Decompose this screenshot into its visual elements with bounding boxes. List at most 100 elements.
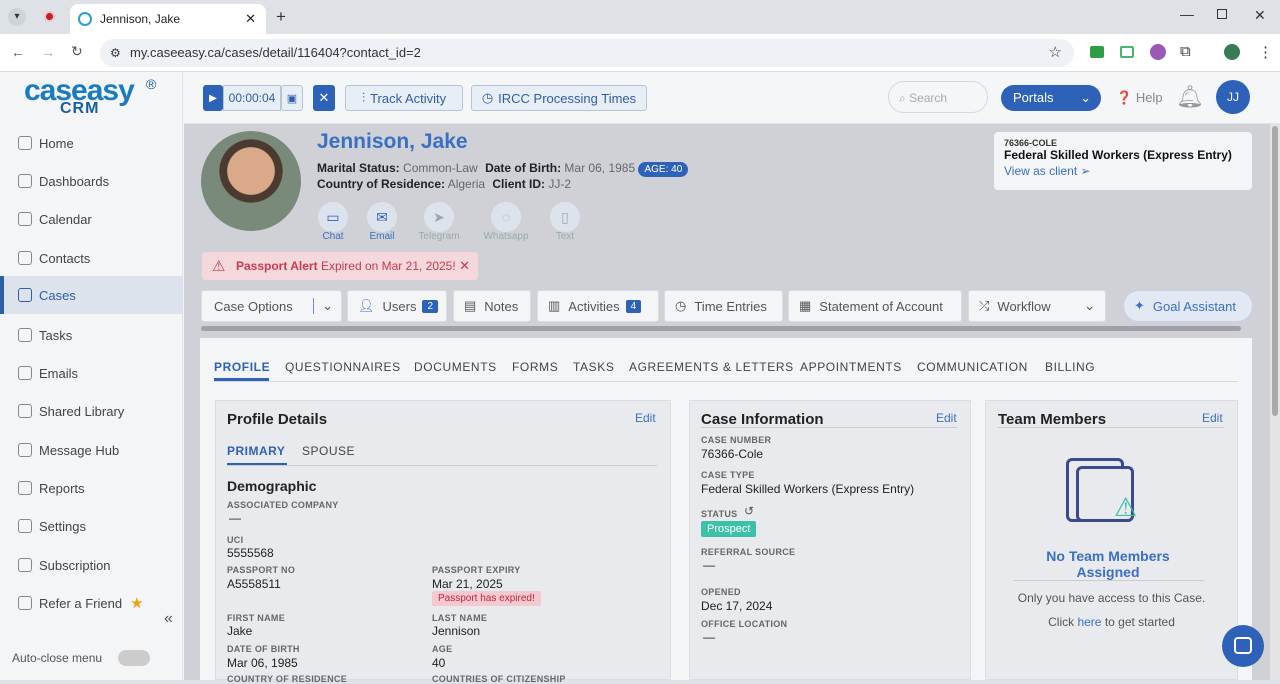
tab-spouse[interactable]: SPOUSE: [302, 444, 355, 458]
sidebar-item-message-hub[interactable]: Message Hub: [0, 431, 183, 469]
actions-scrollbar[interactable]: [201, 326, 1241, 331]
tab-agreements[interactable]: AGREEMENTS & LETTERS: [629, 360, 794, 374]
minimize-icon[interactable]: —: [1180, 6, 1194, 22]
portals-label: Portals: [1013, 90, 1054, 105]
whatsapp-icon[interactable]: ◌: [491, 202, 521, 232]
extension-icon-1[interactable]: [1090, 46, 1104, 58]
statement-label: Statement of Account: [819, 298, 943, 314]
cancel-timer-button[interactable]: ✕: [313, 85, 335, 111]
passport-expiry-value: Mar 21, 2025: [432, 577, 503, 591]
tab-forms[interactable]: FORMS: [512, 360, 558, 374]
extension-icon-2[interactable]: [1120, 46, 1134, 58]
time-entries-tab[interactable]: ◷ Time Entries: [664, 290, 783, 322]
history-icon[interactable]: ↺: [744, 504, 754, 518]
menu-kebab-icon[interactable]: ⋮: [1258, 43, 1273, 61]
team-edit-link[interactable]: Edit: [1202, 411, 1223, 425]
sidebar-item-contacts[interactable]: Contacts: [0, 239, 183, 277]
sidebar-item-home[interactable]: Home: [0, 124, 183, 162]
track-activity-button[interactable]: ⫶ Track Activity: [345, 85, 463, 111]
sidebar: caseasy CRM ® Home Dashboards Calendar C…: [0, 72, 183, 680]
tab-tasks[interactable]: TASKS: [573, 360, 614, 374]
tab-search-button[interactable]: ▾: [8, 8, 26, 26]
support-chat-button[interactable]: [1222, 625, 1264, 667]
statement-of-account-tab[interactable]: ▦ Statement of Account: [788, 290, 962, 322]
sidebar-item-refer[interactable]: Refer a Friend ★: [0, 584, 183, 622]
here-link[interactable]: here: [1077, 615, 1101, 629]
save-timer-button[interactable]: ▣: [281, 85, 303, 111]
collapse-sidebar-icon[interactable]: «: [164, 610, 173, 628]
back-icon[interactable]: ←: [11, 44, 25, 60]
home-icon: [18, 136, 32, 150]
tab-primary[interactable]: PRIMARY: [227, 444, 285, 458]
extension-icon-3[interactable]: [1150, 44, 1166, 60]
text-phone-icon[interactable]: ▯: [550, 202, 580, 232]
browser-tab[interactable]: Jennison, Jake ✕: [70, 4, 266, 34]
profile-edit-link[interactable]: Edit: [635, 411, 656, 425]
help-link[interactable]: ❓ Help: [1116, 90, 1163, 106]
referral-value: —: [703, 558, 715, 572]
sparkle-icon: ✦: [1134, 298, 1145, 313]
users-tab[interactable]: 👤︎ Users 2: [347, 290, 447, 322]
extensions-puzzle-icon[interactable]: ⧉: [1180, 43, 1191, 60]
maximize-icon[interactable]: [1217, 9, 1227, 19]
reload-icon[interactable]: ↻: [71, 43, 83, 60]
scrollbar-thumb[interactable]: [1272, 126, 1278, 416]
sidebar-item-label: Reports: [39, 480, 85, 496]
case-reference-card: 76366-COLE Federal Skilled Workers (Expr…: [994, 132, 1252, 190]
workflow-tab[interactable]: ⤮ Workflow ⌄: [968, 290, 1106, 322]
portals-dropdown[interactable]: Portals ⌄: [1001, 85, 1101, 111]
reports-icon: [18, 481, 32, 495]
tab-documents[interactable]: DOCUMENTS: [414, 360, 497, 374]
user-avatar[interactable]: JJ: [1216, 80, 1250, 114]
sidebar-item-tasks[interactable]: Tasks: [0, 316, 183, 354]
sidebar-item-shared-library[interactable]: Shared Library: [0, 392, 183, 430]
bookmark-star-icon[interactable]: ☆: [1049, 39, 1062, 67]
sidebar-item-calendar[interactable]: Calendar: [0, 200, 183, 238]
case-options-button[interactable]: Case Options ⌄: [201, 290, 342, 322]
auto-close-toggle[interactable]: [118, 650, 150, 666]
sidebar-item-settings[interactable]: Settings: [0, 507, 183, 545]
recording-icon[interactable]: [44, 11, 55, 22]
play-timer-button[interactable]: ▶: [203, 85, 223, 111]
search-input[interactable]: ⌕ Search: [888, 81, 988, 113]
time-entries-label: Time Entries: [694, 298, 767, 314]
last-name-label: LAST NAME: [432, 613, 488, 623]
sidebar-item-dashboards[interactable]: Dashboards: [0, 162, 183, 200]
sidebar-item-emails[interactable]: Emails: [0, 354, 183, 392]
close-window-icon[interactable]: ✕: [1254, 7, 1266, 24]
notes-tab[interactable]: ▤ Notes: [453, 290, 531, 322]
briefcase-icon: [18, 288, 32, 302]
marital-value: Common-Law: [403, 161, 478, 175]
tab-profile[interactable]: PROFILE: [214, 360, 270, 374]
site-info-icon[interactable]: ⚙: [110, 39, 121, 67]
forward-icon[interactable]: →: [41, 44, 55, 60]
close-tab-icon[interactable]: ✕: [245, 11, 256, 27]
url-field[interactable]: ⚙ my.caseeasy.ca/cases/detail/116404?con…: [100, 39, 1074, 67]
page-scrollbar[interactable]: [1270, 124, 1280, 680]
bell-icon[interactable]: 🔔︎: [1176, 84, 1204, 110]
tab-appointments[interactable]: APPOINTMENTS: [800, 360, 902, 374]
activities-tab[interactable]: ▥ Activities 4: [537, 290, 659, 322]
team-divider: [998, 427, 1224, 428]
sidebar-item-reports[interactable]: Reports: [0, 469, 183, 507]
age-field-label: AGE: [432, 644, 453, 654]
ircc-processing-button[interactable]: ◷ IRCC Processing Times: [471, 85, 647, 111]
caseeasy-favicon: [78, 12, 92, 26]
email-icon[interactable]: ✉: [367, 202, 397, 232]
goal-assistant-button[interactable]: ✦ Goal Assistant: [1123, 290, 1253, 322]
profile-avatar-icon[interactable]: [1224, 44, 1240, 60]
chat-icon[interactable]: ▭: [318, 202, 348, 232]
tab-questionnaires[interactable]: QUESTIONNAIRES: [285, 360, 401, 374]
no-team-divider: [1014, 580, 1204, 581]
view-as-client-label: View as client: [1004, 164, 1078, 178]
chevron-down-icon: ⌄: [313, 298, 333, 314]
new-tab-icon[interactable]: +: [276, 7, 286, 27]
tab-billing[interactable]: BILLING: [1045, 360, 1095, 374]
tab-communication[interactable]: COMMUNICATION: [917, 360, 1028, 374]
close-icon[interactable]: ✕: [459, 258, 470, 274]
sidebar-item-subscription[interactable]: Subscription: [0, 546, 183, 584]
view-as-client-link[interactable]: View as client ➢: [1004, 164, 1242, 178]
sidebar-item-cases[interactable]: Cases: [0, 276, 183, 314]
case-info-edit-link[interactable]: Edit: [936, 411, 957, 425]
telegram-icon[interactable]: ➤: [424, 202, 454, 232]
